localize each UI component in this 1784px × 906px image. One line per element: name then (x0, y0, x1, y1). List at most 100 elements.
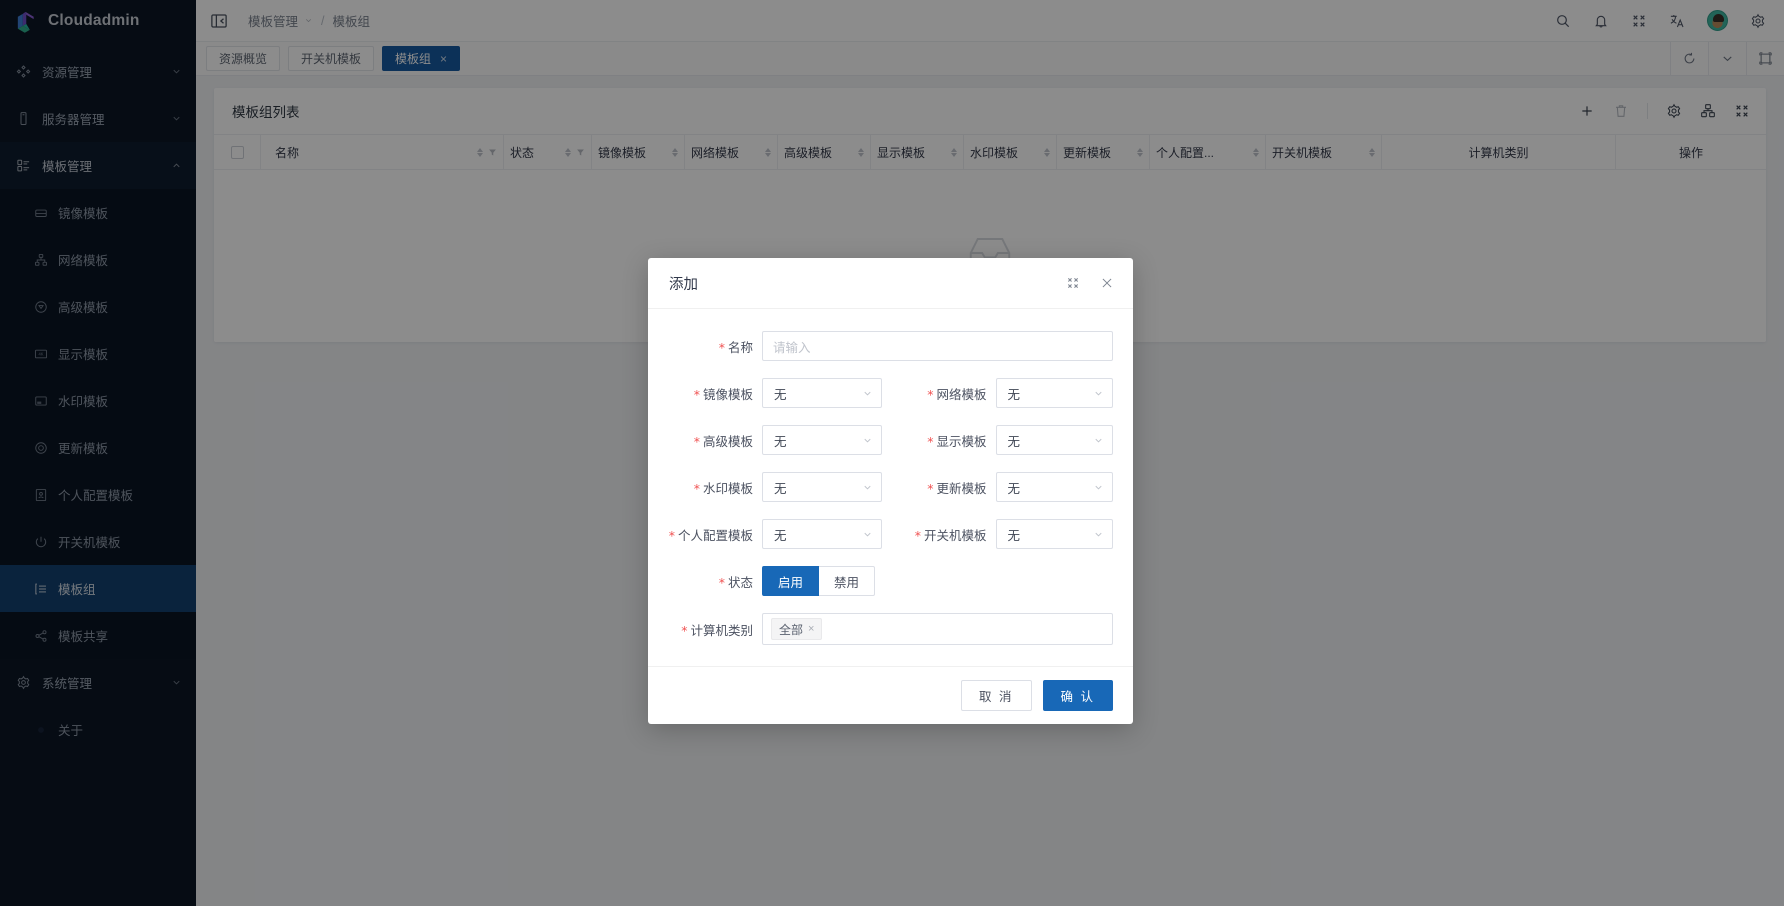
image-template-label: * 镜像模板 (668, 384, 762, 403)
form-cell-power-template: * 开关机模板 无 (900, 519, 1113, 549)
network-template-label: * 网络模板 (900, 384, 996, 403)
maximize-icon[interactable] (1066, 276, 1080, 290)
required-marker: * (693, 433, 700, 449)
power-template-control: 无 (995, 519, 1113, 549)
chevron-down-icon (862, 388, 873, 399)
close-icon[interactable] (1100, 276, 1114, 290)
advanced-template-control: 无 (762, 425, 882, 455)
required-marker: * (718, 339, 725, 355)
advanced-template-select[interactable]: 无 (762, 425, 882, 455)
image-template-select[interactable]: 无 (762, 378, 882, 408)
required-marker: * (927, 433, 934, 449)
dialog-header: 添加 (648, 258, 1133, 309)
power-template-label: * 开关机模板 (900, 525, 996, 544)
cancel-button[interactable]: 取 消 (961, 680, 1032, 711)
required-marker: * (927, 386, 934, 402)
label-text: 名称 (727, 340, 753, 355)
form-cell-personal-config-template: * 个人配置模板 无 (668, 519, 882, 549)
selected-value: 无 (1007, 434, 1021, 449)
form-row-name: * 名称 请输入 (668, 331, 1113, 361)
dialog-body: * 名称 请输入 * 镜像模板 无 * 网络模板 无 * 高级模板 无 * 显示… (648, 309, 1133, 666)
advanced-template-label: * 高级模板 (668, 431, 762, 450)
update-template-control: 无 (995, 472, 1113, 502)
label-text: 显示模板 (936, 434, 987, 449)
remove-tag-icon[interactable]: × (808, 623, 814, 635)
update-template-select[interactable]: 无 (995, 472, 1113, 502)
personal-config-template-control: 无 (762, 519, 882, 549)
form-row-watermark-update: * 水印模板 无 * 更新模板 无 (668, 472, 1113, 502)
chevron-down-icon (862, 435, 873, 446)
form-row-advanced-display: * 高级模板 无 * 显示模板 无 (668, 425, 1113, 455)
required-marker: * (914, 527, 921, 543)
dialog-header-icons (1066, 276, 1114, 290)
label-text: 镜像模板 (702, 387, 753, 402)
power-template-select[interactable]: 无 (995, 519, 1113, 549)
form-row-computer-category: * 计算机类别 全部 × (668, 613, 1113, 645)
form-row-image-network: * 镜像模板 无 * 网络模板 无 (668, 378, 1113, 408)
selected-value: 无 (1007, 481, 1021, 496)
form-cell-watermark-template: * 水印模板 无 (668, 472, 882, 502)
watermark-template-control: 无 (762, 472, 882, 502)
computer-category-input[interactable]: 全部 × (762, 613, 1113, 645)
dialog-title: 添加 (669, 276, 698, 293)
required-marker: * (718, 574, 725, 590)
status-option-disabled[interactable]: 禁用 (819, 566, 876, 596)
personal-config-template-label: * 个人配置模板 (668, 525, 762, 544)
status-option-enabled[interactable]: 启用 (762, 566, 820, 596)
tag-label: 全部 (779, 622, 804, 637)
display-template-control: 无 (995, 425, 1113, 455)
display-template-label: * 显示模板 (900, 431, 996, 450)
status-label: * 状态 (668, 572, 762, 591)
form-cell-image-template: * 镜像模板 无 (668, 378, 882, 408)
chevron-down-icon (1093, 529, 1104, 540)
required-marker: * (693, 386, 700, 402)
category-tag: 全部 × (771, 618, 823, 640)
computer-category-control: 全部 × (762, 613, 1113, 645)
form-row-personal-power: * 个人配置模板 无 * 开关机模板 无 (668, 519, 1113, 549)
confirm-button[interactable]: 确 认 (1042, 680, 1113, 711)
selected-value: 无 (774, 528, 787, 543)
selected-value: 无 (774, 481, 787, 496)
dialog-footer: 取 消 确 认 (648, 666, 1133, 724)
watermark-template-label: * 水印模板 (668, 478, 762, 497)
chevron-down-icon (862, 482, 873, 493)
app-root: Cloudadmin 资源管理 服务器管理 模板管理 镜像模板 网络模板 高级模… (0, 0, 1784, 906)
label-text: 计算机类别 (690, 623, 753, 638)
image-template-control: 无 (762, 378, 882, 408)
update-template-label: * 更新模板 (900, 478, 996, 497)
chevron-down-icon (1093, 482, 1104, 493)
chevron-down-icon (1093, 388, 1104, 399)
form-cell-advanced-template: * 高级模板 无 (668, 425, 882, 455)
form-cell-network-template: * 网络模板 无 (900, 378, 1113, 408)
form-cell-display-template: * 显示模板 无 (900, 425, 1113, 455)
status-radio-group: 启用 禁用 (762, 566, 876, 596)
label-text: 高级模板 (702, 434, 753, 449)
label-text: 状态 (727, 575, 753, 590)
form-row-status: * 状态 启用 禁用 (668, 566, 1113, 596)
network-template-select[interactable]: 无 (995, 378, 1113, 408)
name-input[interactable]: 请输入 (762, 331, 1113, 361)
computer-category-label: * 计算机类别 (668, 620, 762, 639)
label-text: 网络模板 (936, 387, 987, 402)
personal-config-template-select[interactable]: 无 (762, 519, 882, 549)
label-text: 更新模板 (936, 481, 987, 496)
label-text: 开关机模板 (923, 528, 987, 543)
form-cell-update-template: * 更新模板 无 (900, 472, 1113, 502)
add-template-group-dialog: 添加 * 名称 请输入 * 镜像模板 无 * 网络模板 无 * 高级模板 无 *… (648, 258, 1133, 724)
name-control: 请输入 (762, 331, 1113, 361)
display-template-select[interactable]: 无 (995, 425, 1113, 455)
label-text: 水印模板 (702, 481, 753, 496)
chevron-down-icon (862, 529, 873, 540)
required-marker: * (668, 527, 675, 543)
chevron-down-icon (1093, 435, 1104, 446)
required-marker: * (693, 480, 700, 496)
network-template-control: 无 (995, 378, 1113, 408)
selected-value: 无 (1007, 387, 1021, 402)
selected-value: 无 (1007, 528, 1021, 543)
required-marker: * (927, 480, 934, 496)
label-text: 个人配置模板 (677, 528, 753, 543)
name-label: * 名称 (668, 337, 762, 356)
selected-value: 无 (774, 387, 787, 402)
watermark-template-select[interactable]: 无 (762, 472, 882, 502)
selected-value: 无 (774, 434, 787, 449)
